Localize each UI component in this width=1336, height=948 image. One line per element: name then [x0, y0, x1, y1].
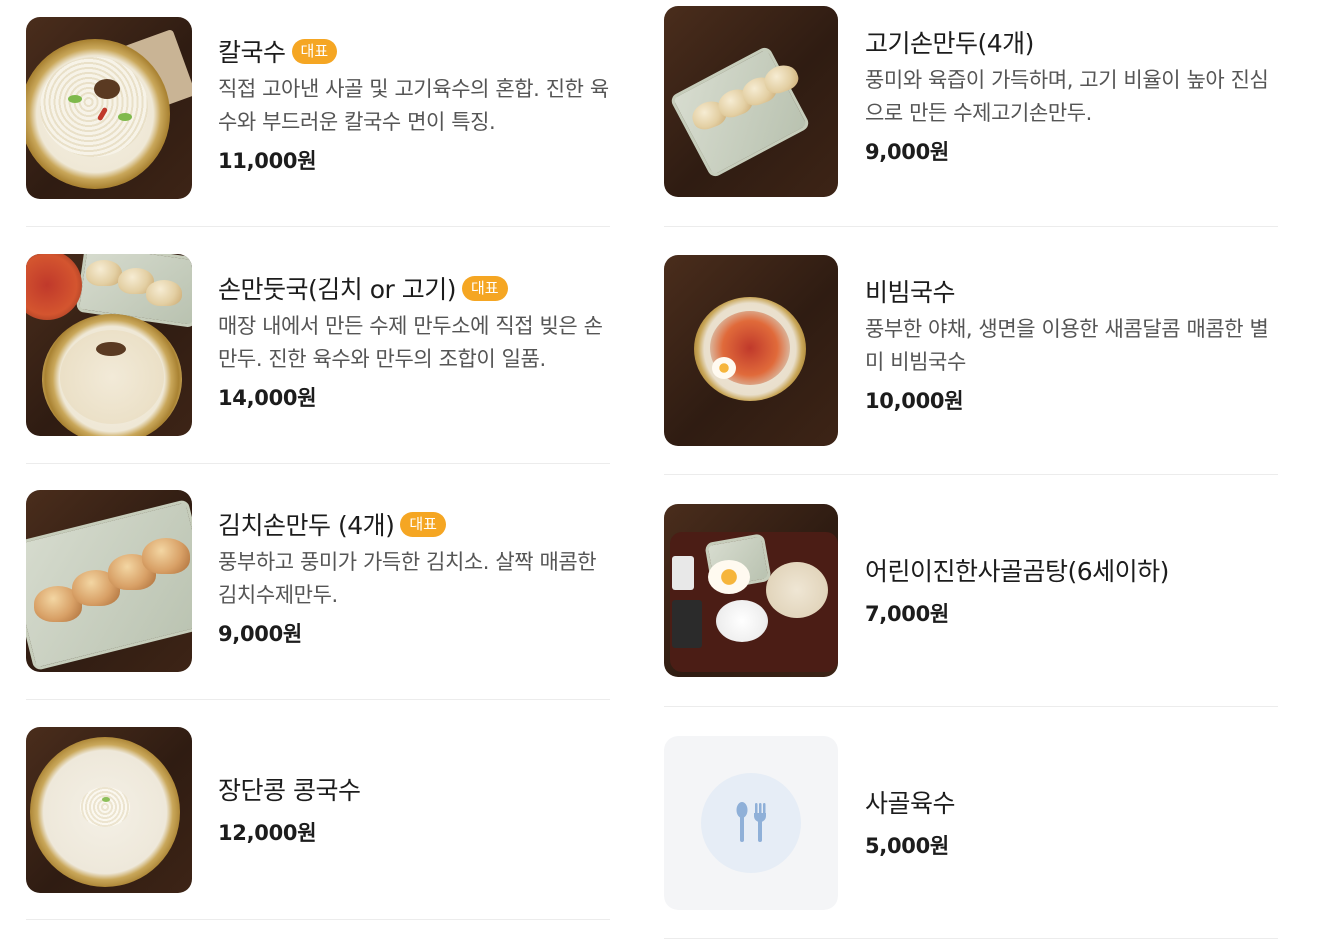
divider	[664, 226, 1278, 227]
signature-badge: 대표	[400, 511, 446, 537]
menu-item-description: 직접 고아낸 사골 및 고기육수의 혼합. 진한 육수와 부드러운 칼국수 면이…	[218, 77, 609, 134]
menu-item-mandu-guk[interactable]: 손만둣국(김치 or 고기) 대표 매장 내에서 만든 수제 만두소에 직접 빚…	[26, 254, 610, 464]
menu-item-name: 장단콩 콩국수	[218, 776, 361, 805]
menu-item-sagol-yuksu[interactable]: 사골육수 5,000원	[664, 736, 1278, 942]
menu-item-name: 칼국수	[218, 38, 286, 67]
image-placeholder	[664, 736, 838, 910]
divider	[664, 938, 1278, 939]
divider	[26, 699, 610, 700]
menu-item-kids-gomtang[interactable]: 어린이진한사골곰탕(6세이하) 7,000원	[664, 504, 1278, 708]
menu-item-price: 9,000원	[865, 140, 949, 164]
menu-item-price: 12,000원	[218, 821, 317, 845]
menu-item-description: 풍부하고 풍미가 가득한 김치소. 살짝 매콤한 김치수제만두.	[218, 550, 597, 607]
menu-item-price: 7,000원	[865, 602, 949, 626]
menu-item-gogi-mandu[interactable]: 고기손만두(4개) 풍미와 육즙이 가득하며, 고기 비율이 높아 진심으로 만…	[664, 6, 1278, 228]
menu-item-description: 풍부한 야채, 생면을 이용한 새콤달콤 매콤한 별미 비빔국수	[865, 317, 1269, 374]
menu-item-image	[664, 504, 838, 677]
menu-item-image	[26, 490, 192, 672]
signature-badge: 대표	[461, 275, 508, 301]
menu-item-image	[664, 6, 838, 197]
utensils-icon	[736, 802, 766, 842]
menu-item-kalguksu[interactable]: 칼국수 대표 직접 고아낸 사골 및 고기육수의 혼합. 진한 육수와 부드러운…	[26, 17, 610, 227]
menu-item-image	[664, 736, 838, 910]
menu-item-name: 어린이진한사골곰탕(6세이하)	[865, 557, 1169, 586]
menu-item-bibim-guksu[interactable]: 비빔국수 풍부한 야채, 생면을 이용한 새콤달콤 매콤한 별미 비빔국수 10…	[664, 255, 1278, 477]
divider	[664, 474, 1278, 475]
menu-item-name: 손만둣국(김치 or 고기)	[218, 275, 456, 304]
menu-item-description: 매장 내에서 만든 수제 만두소에 직접 빚은 손만두. 진한 육수와 만두의 …	[218, 314, 603, 371]
menu-item-name: 비빔국수	[865, 278, 956, 307]
menu-item-kimchi-mandu[interactable]: 김치손만두 (4개) 대표 풍부하고 풍미가 가득한 김치소. 살짝 매콤한 김…	[26, 490, 610, 700]
menu-item-description: 풍미와 육즙이 가득하며, 고기 비율이 높아 진심으로 만든 수제고기손만두.	[865, 68, 1269, 125]
menu-item-price: 5,000원	[865, 834, 949, 858]
divider	[26, 463, 610, 464]
menu-item-kongguksu[interactable]: 장단콩 콩국수 12,000원	[26, 727, 610, 921]
menu-item-name: 김치손만두 (4개)	[218, 511, 395, 540]
menu-item-price: 10,000원	[865, 389, 964, 413]
signature-badge: 대표	[291, 38, 338, 64]
menu-item-image	[26, 727, 192, 893]
menu-item-name: 고기손만두(4개)	[865, 29, 1034, 58]
menu-item-price: 9,000원	[218, 622, 302, 646]
menu-item-price: 11,000원	[218, 149, 317, 173]
divider	[26, 919, 610, 920]
menu-item-name: 사골육수	[865, 789, 956, 818]
menu-item-image	[664, 255, 838, 446]
menu-item-image	[26, 17, 192, 199]
placeholder-circle	[701, 773, 801, 873]
menu-item-price: 14,000원	[218, 386, 317, 410]
menu-item-image	[26, 254, 192, 436]
divider	[26, 226, 610, 227]
divider	[664, 706, 1278, 707]
